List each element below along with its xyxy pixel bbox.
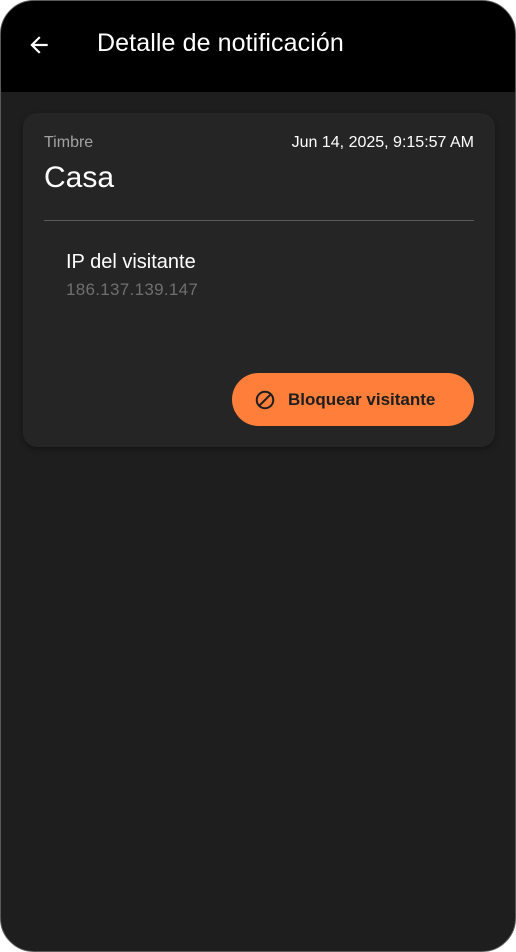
visitor-ip-value: 186.137.139.147 — [66, 280, 199, 299]
notification-location: Casa — [44, 161, 115, 194]
app-bar: Detalle de notificación — [1, 1, 515, 92]
arrow-left-icon — [30, 36, 48, 54]
page-title: Detalle de notificación — [97, 29, 344, 57]
notification-timestamp: Jun 14, 2025, 9:15:57 AM — [291, 134, 474, 151]
notification-card: Timbre Jun 14, 2025, 9:15:57 AM Casa IP … — [23, 113, 495, 447]
phone-screen: Detalle de notificación Timbre Jun 14, 2… — [0, 0, 516, 952]
back-button[interactable] — [19, 25, 59, 65]
block-visitor-label: Bloquear visitante — [288, 390, 436, 409]
notification-category: Timbre — [44, 134, 94, 151]
block-visitor-button[interactable]: Bloquear visitante — [232, 373, 474, 426]
block-icon — [255, 390, 275, 410]
card-divider — [44, 220, 474, 221]
visitor-ip-label: IP del visitante — [66, 251, 196, 273]
